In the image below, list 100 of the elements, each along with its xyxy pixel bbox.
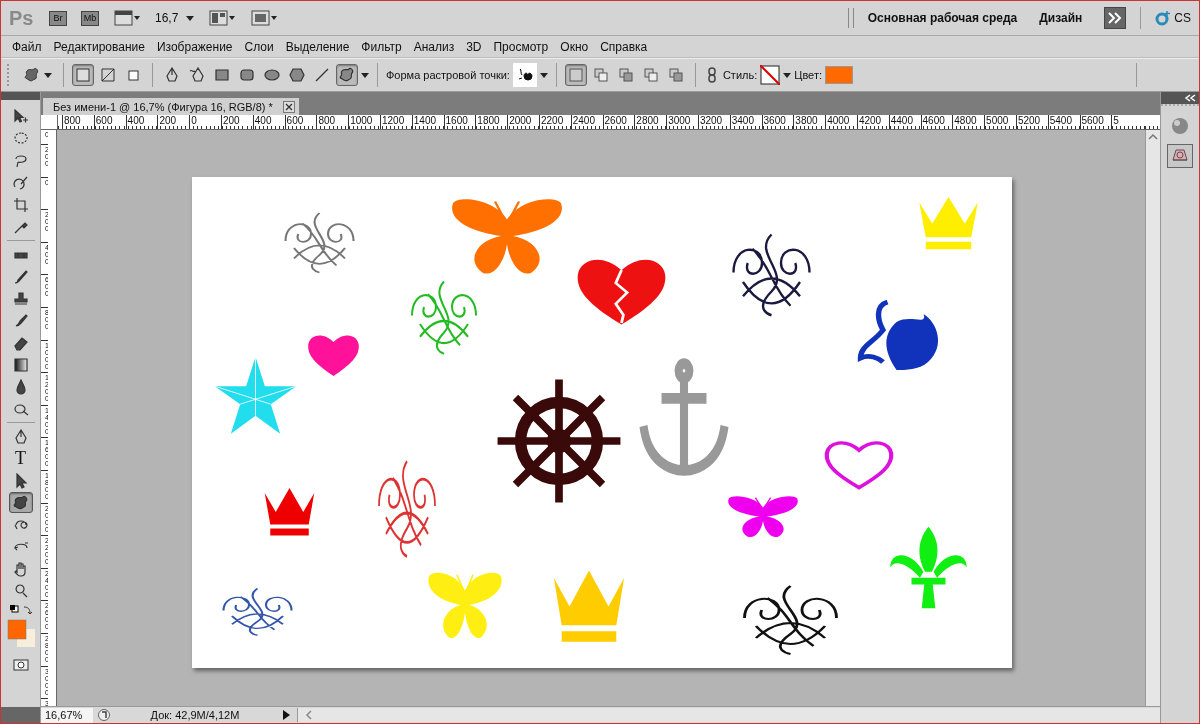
crop-icon	[12, 196, 29, 213]
design-workspace-button[interactable]: Дизайн	[1039, 11, 1083, 25]
hexagon-icon	[289, 67, 305, 83]
ruler-label: 800	[62, 115, 94, 129]
hand-icon	[12, 560, 29, 577]
horizontal-scrollbar[interactable]	[297, 708, 1160, 722]
tool-button[interactable]	[8, 492, 33, 513]
color-swatch[interactable]	[825, 66, 853, 84]
ruler-label: 4800	[952, 115, 985, 129]
menu-item[interactable]: Анализ	[407, 39, 461, 54]
ruler-label: 5600	[1079, 115, 1112, 129]
ruler-label: 5200	[1015, 115, 1048, 129]
caret-icon	[186, 15, 195, 21]
shape-tool-button[interactable]	[336, 64, 358, 86]
freeform-pen-icon	[189, 67, 205, 83]
caret-icon[interactable]	[361, 72, 369, 78]
menu-item[interactable]: Изображение	[150, 39, 239, 54]
magnifier-icon	[12, 582, 29, 599]
shape-preview-icon	[516, 67, 533, 83]
shape-label: Форма растровой точки:	[386, 69, 510, 81]
ruler-label: 3000	[666, 115, 698, 129]
line-icon	[314, 67, 330, 83]
ruler-label: 400	[125, 115, 158, 129]
quick-mask-icon[interactable]	[12, 657, 29, 673]
ruler-label: 1000	[348, 115, 380, 129]
overlap-squares-icon	[617, 67, 634, 83]
no-style-swatch[interactable]	[760, 65, 781, 85]
ruler-label: 3400	[729, 115, 762, 129]
ruler-label: 1200	[379, 115, 412, 129]
shape-picker[interactable]	[512, 63, 537, 87]
preview-icon[interactable]	[97, 708, 111, 722]
arrow-cross-icon	[12, 108, 29, 125]
caret-icon[interactable]	[539, 72, 548, 78]
overlap-squares-icon	[642, 67, 659, 83]
menu-item[interactable]: Файл	[6, 39, 48, 54]
brush-icon	[12, 268, 29, 285]
ruler-label: 0	[189, 115, 221, 129]
document-size-info: Док: 42,9M/4,12M	[149, 709, 241, 721]
ruler-label: 2600	[602, 115, 635, 129]
ruler-label: 3600	[761, 115, 794, 129]
ruler-label: 400	[252, 115, 285, 129]
workspace-button[interactable]: Основная рабочая среда	[867, 11, 1018, 25]
style-label: Стиль:	[722, 69, 758, 81]
cs-live-button[interactable]: CS	[1155, 10, 1191, 26]
menu-item[interactable]: Справка	[594, 39, 654, 54]
caret-icon	[44, 72, 52, 78]
default-colors-icon[interactable]	[8, 605, 33, 617]
combine-mode-button[interactable]	[564, 64, 587, 86]
menu-item[interactable]: Просмотр	[487, 39, 555, 54]
ruler-label: 3200	[697, 115, 730, 129]
scroll-left-icon[interactable]	[304, 710, 314, 720]
overlap-squares-icon	[567, 67, 584, 83]
ruler-label: 4200	[856, 115, 889, 129]
panel-footer	[1, 707, 40, 723]
pen-icon	[164, 67, 180, 83]
blob-shape-icon	[339, 67, 355, 83]
more-workspaces-button[interactable]	[1104, 7, 1127, 29]
menu-item[interactable]: Выделение	[279, 39, 356, 54]
panel-button[interactable]	[1167, 144, 1193, 168]
panel-header	[1, 92, 40, 100]
menu-item[interactable]: Редактирование	[47, 39, 151, 54]
film-strip-icon[interactable]	[113, 10, 141, 26]
ruler-label: 1800	[475, 115, 508, 129]
zoom-field[interactable]: 16,67%	[41, 707, 93, 723]
ruler-label: 2200	[538, 115, 571, 129]
mode-button[interactable]	[72, 64, 94, 86]
zoom-dropdown[interactable]: 16,7	[155, 11, 195, 25]
rectangle-icon	[214, 67, 230, 83]
vertical-scrollbar[interactable]	[1145, 130, 1160, 706]
ruler-label: 800	[316, 115, 349, 129]
shape-layers-icon	[75, 67, 91, 83]
menu-item[interactable]: Фильтр	[355, 39, 408, 54]
menu-item[interactable]: Окно	[554, 39, 595, 54]
layout-grid-icon[interactable]	[208, 10, 237, 26]
close-icon[interactable]	[282, 100, 295, 113]
foreground-color-swatch[interactable]	[7, 619, 26, 640]
ruler-label: 4400	[888, 115, 921, 129]
menu-item[interactable]: Слои	[238, 39, 280, 54]
ruler-label: 4000	[825, 115, 857, 129]
ruler-label: 600	[284, 115, 317, 129]
document-tab[interactable]: Без имени-1 @ 16,7% (Фигура 16, RGB/8) *	[43, 98, 299, 115]
background-color-swatch[interactable]	[16, 629, 35, 647]
tool-button[interactable]: T	[8, 448, 33, 469]
mini-bridge-button[interactable]: Mb	[81, 10, 99, 26]
stamp-icon	[12, 290, 29, 307]
ruler-label: 1600	[443, 115, 476, 129]
caret-icon[interactable]	[783, 72, 792, 78]
ruler-label: 2800	[634, 115, 667, 129]
paths-icon	[100, 67, 116, 83]
overlap-squares-icon	[667, 67, 684, 83]
ruler-label: 3800	[793, 115, 826, 129]
ruler-label: 600	[93, 115, 126, 129]
screen-mode-icon[interactable]	[250, 10, 279, 26]
overlap-squares-icon	[592, 67, 609, 83]
collapse-chevron-icon[interactable]	[1184, 94, 1196, 102]
ruler-origin[interactable]	[41, 115, 58, 129]
scroll-up-icon[interactable]	[1148, 132, 1158, 142]
menu-item[interactable]: 3D	[460, 39, 488, 54]
ruler-label: 2000	[507, 115, 539, 129]
bridge-button[interactable]: Br	[49, 10, 67, 26]
